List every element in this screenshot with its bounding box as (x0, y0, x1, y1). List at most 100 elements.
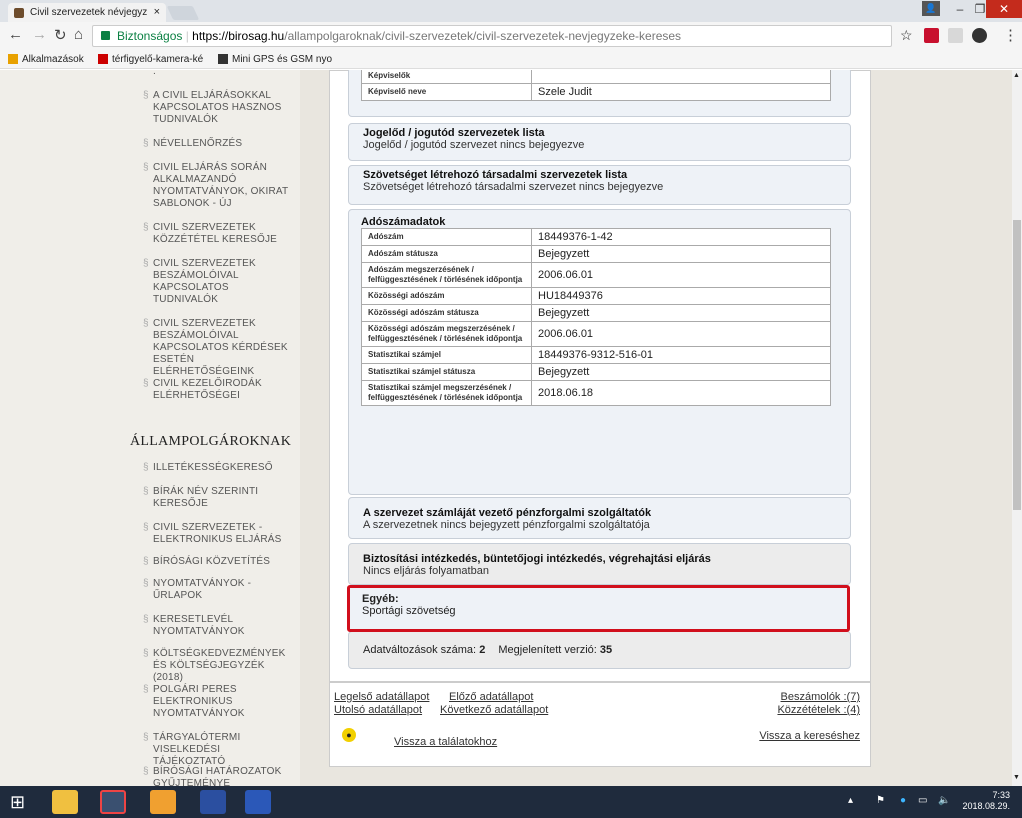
payment-providers-box: A szervezet számláját vezető pénzforgalm… (348, 497, 851, 539)
volume-icon[interactable]: 🔈 (938, 795, 950, 806)
close-window-button[interactable]: ✕ (986, 0, 1022, 18)
extension-icon[interactable] (972, 28, 987, 43)
row-value: 18449376-1-42 (531, 228, 831, 246)
system-clock[interactable]: 7:33 2018.08.29. (958, 790, 1010, 812)
sidebar: . A CIVIL ELJÁRÁSOKKAL KAPCSOLATOS HASZN… (0, 70, 300, 786)
forward-arrow-icon[interactable]: → (32, 26, 47, 43)
sidebar-item[interactable]: CIVIL SZERVEZETEK BESZÁMOLÓIVAL KAPCSOLA… (143, 258, 293, 306)
new-tab-button[interactable] (166, 6, 200, 20)
browser-titlebar: Civil szervezetek névjegyz × 👤 – ❐ ✕ (0, 0, 1022, 22)
sidebar-item[interactable]: CIVIL ELJÁRÁS SORÁN ALKALMAZANDÓ NYOMTAT… (143, 162, 293, 210)
bookmark-gps[interactable]: Mini GPS és GSM nyo (218, 50, 332, 69)
tab-close-icon[interactable]: × (154, 3, 160, 22)
row-label: Adószám (361, 228, 532, 246)
windows-start-icon[interactable]: ⊞ (10, 790, 36, 814)
section-value: Nincs eljárás folyamatban (363, 565, 489, 577)
back-to-results-link[interactable]: Vissza a találatokhoz (394, 736, 497, 748)
tray-arrow-icon[interactable]: ▴ (848, 795, 853, 806)
section-title: Jogelőd / jogutód szervezetek lista (363, 127, 545, 139)
sidebar-item[interactable]: POLGÁRI PERES ELEKTRONIKUS NYOMTATVÁNYOK (143, 684, 293, 720)
apps-grid-icon (8, 54, 18, 65)
last-state-link[interactable]: Utolsó adatállapot (334, 704, 422, 716)
sidebar-item[interactable]: . (153, 70, 293, 74)
page-scrollbar-thumb[interactable] (1013, 220, 1021, 510)
sidebar-item[interactable]: CIVIL SZERVEZETEK KÖZZÉTÉTEL KERESŐJE (143, 222, 293, 246)
sidebar-item[interactable]: BÍRÓSÁGI KÖZVETÍTÉS (143, 556, 293, 568)
section-title: A szervezet számláját vezető pénzforgalm… (363, 507, 652, 519)
secure-label: Biztonságos (117, 29, 183, 43)
sidebar-item[interactable]: KÖLTSÉGKEDVEZMÉNYEK ÉS KÖLTSÉGJEGYZÉK (2… (143, 648, 293, 684)
flag-icon[interactable]: ⚑ (876, 795, 885, 806)
sidebar-item[interactable]: ILLETÉKESSÉGKERESŐ (143, 462, 293, 474)
scroll-down-icon[interactable]: ▼ (1013, 774, 1020, 781)
antivirus-icon[interactable]: ● (900, 795, 906, 806)
section-value: A szervezetnek nincs bejegyzett pénzforg… (363, 519, 650, 531)
row-value: 2018.06.18 (531, 380, 831, 406)
home-icon[interactable]: ⌂ (74, 26, 83, 43)
scroll-up-icon[interactable]: ▲ (1013, 72, 1020, 79)
table-row: Adószám megszerzésének / felfüggesztésén… (361, 262, 831, 288)
other-value: Sportági szövetség (362, 605, 456, 617)
table-row: Statisztikai számjel státusza Bejegyzett (361, 363, 831, 381)
row-label: Közösségi adószám státusza (361, 304, 532, 322)
bookmark-camera[interactable]: térfigyelő-kamera-ké (98, 50, 203, 69)
back-to-search-link[interactable]: Vissza a kereséshez (759, 730, 860, 742)
other-info-highlight-box: Egyéb: Sportági szövetség (347, 585, 850, 632)
file-explorer-icon[interactable] (52, 790, 78, 814)
sidebar-item[interactable]: BÍRÓSÁGI HATÁROZATOK GYŰJTEMÉNYE (143, 766, 293, 786)
row-value: HU18449376 (531, 287, 831, 305)
extension-icon[interactable] (924, 28, 939, 43)
sidebar-item[interactable]: BÍRÁK NÉV SZERINTI KERESŐJE (143, 486, 293, 510)
accessibility-icon[interactable]: ● (342, 728, 356, 742)
row-value (531, 70, 831, 84)
outlook-icon[interactable] (150, 790, 176, 814)
sidebar-item[interactable]: CIVIL SZERVEZETEK - ELEKTRONIKUS ELJÁRÁS (143, 522, 293, 546)
row-value: Bejegyzett (531, 363, 831, 381)
extension-icon[interactable] (948, 28, 963, 43)
table-row: Statisztikai számjel megszerzésének / fe… (361, 380, 831, 406)
sidebar-item[interactable]: KERESETLEVÉL NYOMTATVÁNYOK (143, 614, 293, 638)
row-label: Statisztikai számjel megszerzésének / fe… (361, 380, 532, 406)
row-label: Képviselő neve (361, 83, 532, 101)
first-state-link[interactable]: Legelső adatállapot (334, 691, 429, 703)
network-icon[interactable]: ▭ (918, 795, 927, 806)
tax-data-table: Adószám 18449376-1-42 Adószám státusza Beje… (361, 228, 831, 406)
proceedings-box: Biztosítási intézkedés, büntetőjogi inté… (348, 543, 851, 585)
word-icon[interactable] (245, 790, 271, 814)
previous-state-link[interactable]: Előző adatállapot (449, 691, 533, 703)
sidebar-item[interactable]: A CIVIL ELJÁRÁSOKKAL KAPCSOLATOS HASZNOS… (143, 90, 293, 126)
reload-icon[interactable]: ↻ (54, 26, 67, 44)
url-path: /allampolgaroknak/civil-szervezetek/civi… (284, 29, 682, 43)
sidebar-item[interactable]: TÁRGYALÓTERMI VISELKEDÉSI TÁJÉKOZTATÓ (143, 732, 293, 768)
federation-box: Szövetséget létrehozó társadalmi szervez… (348, 165, 851, 205)
page-viewport: . A CIVIL ELJÁRÁSOKKAL KAPCSOLATOS HASZN… (0, 70, 1022, 786)
chrome-icon[interactable] (100, 790, 126, 814)
next-state-link[interactable]: Következő adatállapot (440, 704, 548, 716)
site-icon (98, 54, 108, 65)
clock-date: 2018.08.29. (962, 801, 1010, 811)
publications-link[interactable]: Közzétételek :(4) (777, 704, 860, 716)
address-bar[interactable]: Biztonságos | https://birosag.hu/allampo… (92, 25, 892, 47)
version-value: 35 (599, 644, 613, 656)
clock-time: 7:33 (992, 790, 1010, 800)
sidebar-item[interactable]: CIVIL SZERVEZETEK BESZÁMOLÓIVAL KAPCSOLA… (143, 318, 293, 378)
reports-link[interactable]: Beszámolók :(7) (781, 691, 860, 703)
floppy-save-icon[interactable] (200, 790, 226, 814)
browser-tab[interactable]: Civil szervezetek névjegyz × (8, 3, 166, 22)
browser-menu-icon[interactable]: ⋮ (1003, 26, 1018, 44)
row-label: Közösségi adószám (361, 287, 532, 305)
row-value: Bejegyzett (531, 245, 831, 263)
bookmark-star-icon[interactable]: ☆ (900, 27, 913, 44)
lock-icon (101, 31, 110, 40)
sidebar-item[interactable]: NYOMTATVÁNYOK - ŰRLAPOK (143, 578, 293, 602)
profile-icon[interactable]: 👤 (922, 1, 940, 16)
page-scrollbar[interactable]: ▲ ▼ (1012, 70, 1022, 786)
sidebar-item[interactable]: NÉVELLENŐRZÉS (143, 138, 293, 150)
row-value: 2006.06.01 (531, 321, 831, 347)
row-value: Szele Judit (531, 83, 831, 101)
back-arrow-icon[interactable]: ← (8, 26, 23, 43)
bookmark-apps[interactable]: Alkalmazások (8, 50, 84, 69)
sidebar-item[interactable]: CIVIL KEZELŐIRODÁK ELÉRHETŐSÉGEI (143, 378, 293, 402)
section-title: Adószámadatok (361, 216, 446, 228)
site-favicon-icon (14, 8, 24, 18)
